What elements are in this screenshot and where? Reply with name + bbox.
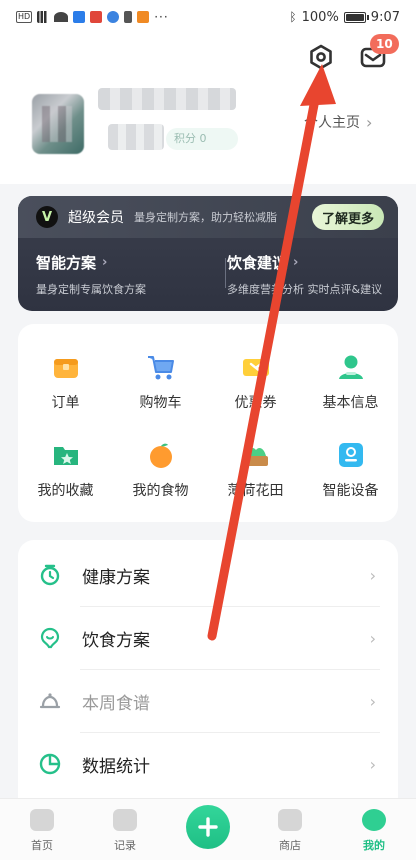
vip-item-title: 智能方案 — [36, 254, 97, 272]
username-blurred — [98, 88, 236, 110]
grid-item-smart-device[interactable]: 智能设备 — [303, 412, 398, 500]
nav-mine[interactable]: 我的 — [344, 809, 404, 853]
nav-label: 首页 — [31, 839, 53, 852]
chevron-right-icon: › — [369, 628, 376, 648]
points-badge[interactable]: 积分 0 — [166, 128, 238, 150]
battery-percent: 100% — [301, 9, 339, 25]
food-icon — [149, 443, 172, 468]
chevron-right-icon: › — [369, 565, 376, 585]
profile-link-label: 个人主页 — [304, 115, 360, 131]
diet-plan-icon — [40, 627, 60, 649]
chevron-right-icon: › — [293, 255, 299, 270]
message-count-badge: 10 — [370, 34, 399, 54]
grid-item-coupons[interactable]: 优惠券 — [208, 324, 303, 412]
app-notification-icon — [90, 11, 103, 23]
status-bar-notifications: HD ··· — [16, 10, 169, 24]
clock: 9:07 — [370, 9, 400, 25]
grid-item-label: 薄荷花田 — [227, 483, 284, 499]
vip-description: 量身定制方案，助力轻松减脂 — [134, 211, 277, 224]
wifi-icon — [54, 12, 69, 22]
battery-level — [345, 13, 364, 21]
chevron-right-icon: › — [369, 691, 376, 711]
gear-icon — [310, 44, 332, 70]
favorites-icon — [53, 447, 78, 465]
smart-device-icon — [338, 443, 363, 467]
learn-more-button[interactable]: 了解更多 — [311, 204, 384, 230]
grid-item-mint-garden[interactable]: 薄荷花田 — [208, 412, 303, 500]
vip-item-smart-plan[interactable]: 智能方案 › 量身定制专属饮食方案 — [36, 252, 146, 297]
app-notification-icon — [137, 11, 150, 23]
vip-banner: V 超级会员 量身定制方案，助力轻松减脂 了解更多 — [18, 196, 398, 238]
grid-item-favorites[interactable]: 我的收藏 — [18, 412, 113, 500]
app-notification-icon — [73, 11, 86, 23]
bluetooth-icon: ᛒ — [289, 10, 297, 24]
app-notification-icon — [107, 11, 120, 23]
records-icon — [113, 809, 137, 831]
statistics-icon — [39, 753, 61, 775]
nav-records[interactable]: 记录 — [95, 809, 155, 853]
profile-link[interactable]: 个人主页 › — [304, 112, 372, 132]
grid-item-label: 购物车 — [139, 395, 182, 411]
user-level-blurred — [108, 124, 164, 150]
vip-item-desc: 量身定制专属饮食方案 — [36, 283, 146, 296]
health-plan-icon — [40, 564, 60, 586]
bottom-nav: 首页 记录 商店 我的 — [0, 798, 416, 860]
grid-item-label: 我的收藏 — [37, 483, 94, 499]
avatar[interactable] — [32, 94, 84, 154]
list-item-label: 健康方案 — [82, 567, 150, 588]
grid-item-basic-info[interactable]: 基本信息 — [303, 324, 398, 412]
weekly-recipe-icon — [39, 693, 61, 709]
grid-item-label: 优惠券 — [234, 395, 277, 411]
status-bar-system: ᛒ 100% 9:07 — [289, 10, 400, 25]
coupon-icon — [242, 359, 269, 376]
feature-list: 健康方案 › 饮食方案 › 本周食谱 › 数据统计 › — [18, 540, 398, 840]
list-item-health-plan[interactable]: 健康方案 › — [18, 544, 398, 606]
list-item-label: 数据统计 — [82, 756, 150, 777]
list-item-statistics[interactable]: 数据统计 › — [18, 733, 398, 795]
grid-item-label: 智能设备 — [322, 483, 379, 499]
list-item-weekly-recipe[interactable]: 本周食谱 › — [18, 670, 398, 732]
chevron-right-icon: › — [102, 255, 108, 270]
mine-icon — [362, 809, 386, 831]
home-icon — [30, 809, 54, 831]
vip-logo-icon: V — [36, 206, 58, 228]
vip-divider — [225, 258, 226, 288]
nav-label: 我的 — [363, 839, 385, 852]
plus-icon — [198, 817, 218, 837]
vip-card[interactable]: V 超级会员 量身定制方案，助力轻松减脂 了解更多 智能方案 › 量身定制专属饮食… — [18, 196, 398, 311]
vip-title: 超级会员 — [68, 210, 124, 226]
vip-item-desc: 多维度营养分析 实时点评&建议 — [227, 283, 383, 296]
more-notifications-icon: ··· — [154, 10, 169, 24]
nav-label: 记录 — [114, 839, 136, 852]
order-icon — [53, 359, 78, 378]
vip-item-title: 饮食建议 — [227, 254, 288, 272]
grid-item-label: 订单 — [51, 395, 80, 411]
grid-item-orders[interactable]: 订单 — [18, 324, 113, 412]
store-icon — [278, 809, 302, 831]
grid-item-cart[interactable]: 购物车 — [113, 324, 208, 412]
list-item-label: 饮食方案 — [82, 630, 150, 651]
grid-item-label: 我的食物 — [132, 483, 189, 499]
app-notification-icon — [124, 11, 133, 23]
battery-icon — [343, 11, 369, 23]
list-item-diet-plan[interactable]: 饮食方案 › — [18, 607, 398, 669]
shortcut-grid: 订单 购物车 优惠券 基本信息 我的收藏 我的食物 薄荷花田 智能设备 — [18, 324, 398, 522]
profile-info-icon — [338, 355, 363, 379]
grid-item-label: 基本信息 — [322, 395, 379, 411]
vip-item-diet-advice[interactable]: 饮食建议 › 多维度营养分析 实时点评&建议 — [227, 252, 382, 297]
signal-icon — [37, 11, 50, 23]
chevron-right-icon: › — [369, 754, 376, 774]
cart-icon — [147, 356, 174, 380]
status-bar: HD ··· ᛒ 100% 9:07 — [0, 0, 416, 34]
add-record-button[interactable] — [186, 805, 230, 849]
nav-label: 商店 — [279, 839, 301, 852]
settings-button[interactable] — [306, 42, 336, 72]
nav-store[interactable]: 商店 — [260, 809, 320, 853]
chevron-right-icon: › — [366, 112, 373, 132]
nav-home[interactable]: 首页 — [12, 809, 72, 853]
list-item-label: 本周食谱 — [82, 693, 150, 714]
hd-icon: HD — [16, 11, 33, 23]
grid-item-my-food[interactable]: 我的食物 — [113, 412, 208, 500]
garden-icon — [243, 448, 268, 466]
